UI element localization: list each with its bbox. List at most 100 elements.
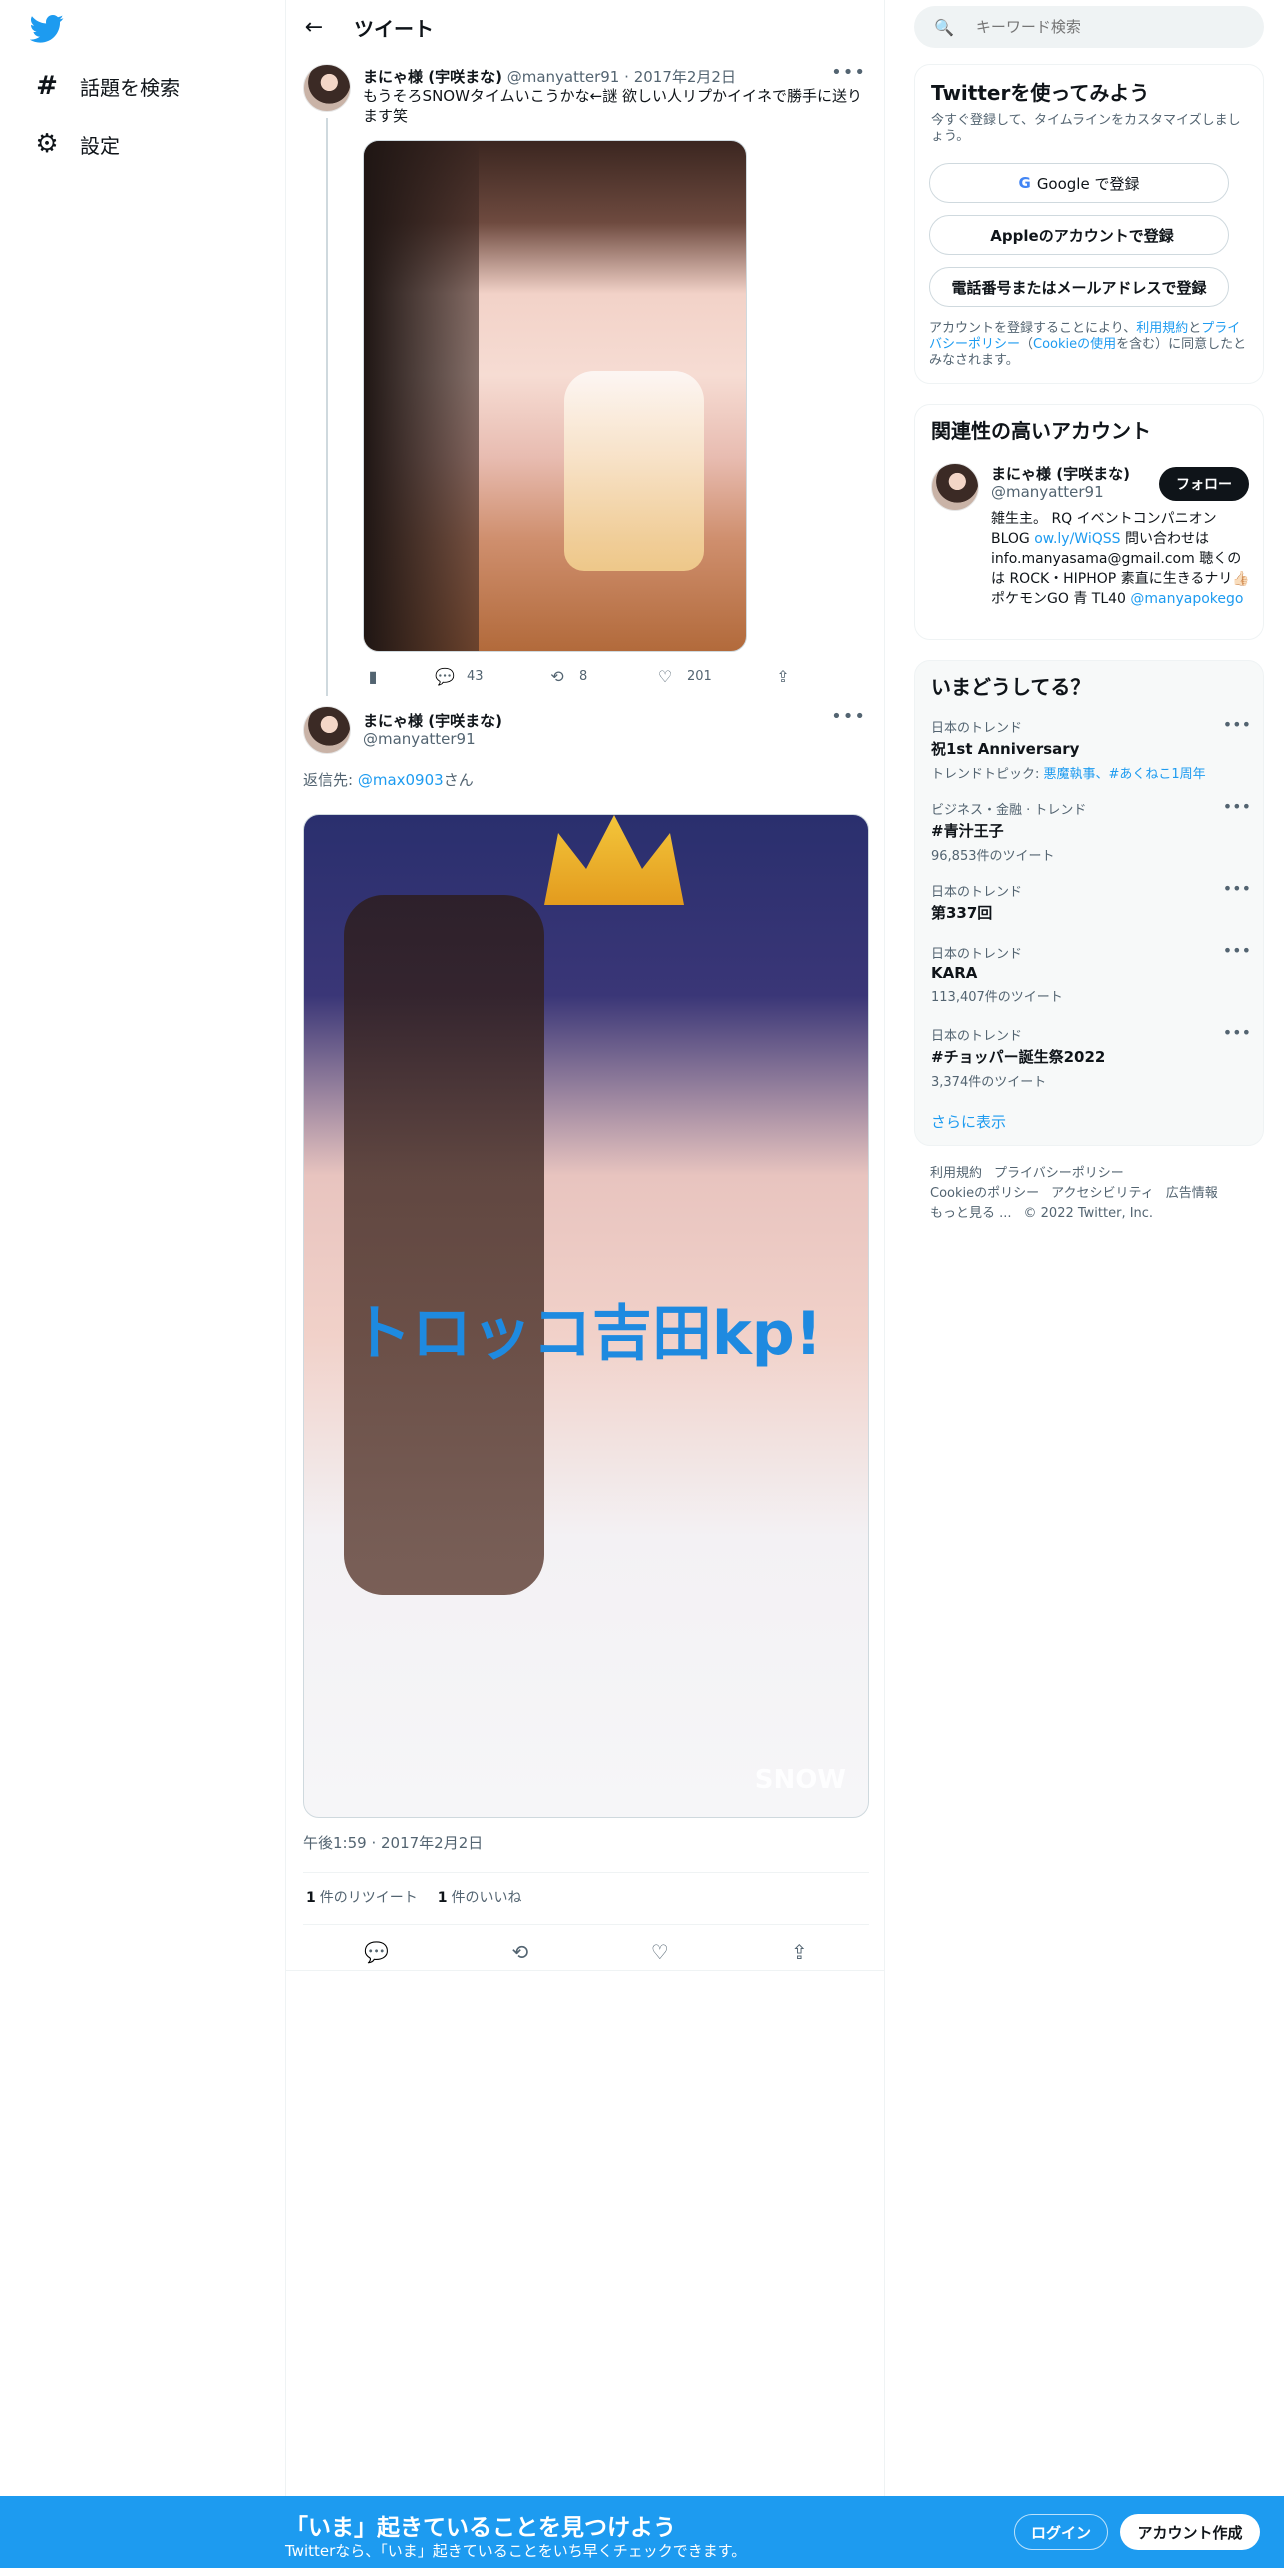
like-stat[interactable]: 1 件のいいね [438, 1887, 522, 1907]
footer-more-link[interactable]: もっと見る ... [930, 1206, 1012, 1221]
share-icon: ⇪ [776, 666, 790, 686]
heart-icon[interactable]: ♡ [651, 1940, 669, 1964]
reply-prefix: 返信先: [303, 771, 358, 789]
follow-button[interactable]: フォロー [1159, 467, 1249, 501]
tweet-actions: ▮ 💬 43 ⟲ 8 ♡ 201 ⇪ [363, 660, 803, 692]
related-handle[interactable]: @manyatter91 [991, 483, 1104, 501]
bio-link[interactable]: ow.ly/WiQSS [1034, 531, 1120, 547]
legal-text: アカウントを登録することにより、 [929, 321, 1137, 336]
trend-sub-prefix: トレンドトピック: [931, 767, 1044, 782]
footer-copyright: © 2022 Twitter, Inc. [1023, 1206, 1154, 1221]
trend-item[interactable]: 日本のトレンド KARA 113,407件のツイート ••• [931, 941, 1251, 1005]
author-handle[interactable]: @manyatter91 [363, 730, 476, 748]
like-count: 201 [687, 668, 712, 684]
more-options-icon[interactable]: ••• [1223, 715, 1251, 734]
more-options-icon[interactable]: ••• [831, 706, 866, 727]
reply-mention[interactable]: @max0903 [358, 771, 444, 789]
more-options-icon[interactable]: ••• [831, 62, 866, 83]
trend-sub-links[interactable]: 悪魔執事、#あくねこ1周年 [1044, 767, 1206, 782]
separator-dot: · [624, 68, 629, 86]
trend-item[interactable]: ビジネス・金融 · トレンド #青汁王子 96,853件のツイート ••• [931, 797, 1251, 864]
share-button[interactable]: ⇪ [773, 667, 793, 686]
trend-name: 祝1st Anniversary [931, 740, 1080, 758]
tweet-timestamp[interactable]: 午後1:59 · 2017年2月2日 [303, 1832, 483, 1853]
retweet-icon[interactable]: ⟲ [512, 1940, 529, 1964]
related-name[interactable]: まにゃ様 (宇咲まな) [991, 463, 1130, 484]
trend-sub: 113,407件のツイート [931, 990, 1063, 1005]
signup-subtitle: 今すぐ登録して、タイムラインをカスタマイズしましょう。 [931, 113, 1241, 144]
trend-name: 第337回 [931, 904, 993, 922]
nav-settings[interactable]: ⚙ 設定 [32, 124, 120, 164]
create-account-button[interactable]: アカウント作成 [1120, 2514, 1260, 2550]
left-nav: # 話題を検索 ⚙ 設定 [0, 0, 285, 2496]
author-name[interactable]: まにゃ様 (宇咲まな) [363, 710, 502, 731]
avatar[interactable] [303, 706, 351, 754]
back-arrow-icon[interactable]: ← [296, 9, 332, 45]
nav-settings-label: 設定 [80, 133, 120, 158]
more-options-icon[interactable]: ••• [1223, 1023, 1251, 1042]
footer-accessibility-link[interactable]: アクセシビリティ [1051, 1186, 1154, 1201]
more-options-icon[interactable]: ••• [1223, 879, 1251, 898]
reply-icon: 💬 [435, 666, 455, 686]
reply-context: 返信先: @max0903さん [303, 769, 474, 790]
footer-cookie-link[interactable]: Cookieのポリシー [930, 1186, 1039, 1201]
show-more-link[interactable]: さらに表示 [931, 1111, 1006, 1132]
analytics-icon: ▮ [368, 666, 378, 686]
tweet-photo[interactable]: トロッコ吉田kp! SNOW [303, 814, 869, 1818]
trend-sub: 96,853件のツイート [931, 849, 1055, 864]
photo-detail [344, 895, 544, 1595]
retweet-button[interactable]: ⟲ 8 [547, 667, 655, 686]
tweet-text: もうそろSNOWタイムいこうかな←謎 欲しい人リプかイイネで勝手に送ります笑 [363, 87, 862, 125]
tweet-date[interactable]: 2017年2月2日 [634, 68, 736, 86]
google-signup-button[interactable]: G Google で登録 [929, 163, 1229, 203]
share-icon[interactable]: ⇪ [791, 1940, 808, 1964]
bottom-bar-title: 「いま」起きていることを見つけよう [285, 2515, 676, 2541]
terms-link[interactable]: 利用規約 [1136, 321, 1188, 336]
email-signup-button[interactable]: 電話番号またはメールアドレスで登録 [929, 267, 1229, 307]
avatar[interactable] [931, 463, 979, 511]
login-button[interactable]: ログイン [1014, 2514, 1108, 2550]
reply-suffix: さん [443, 771, 474, 789]
like-stat-count: 1 [437, 1890, 448, 1906]
google-icon: G [1018, 174, 1031, 192]
google-signup-label: Google で登録 [1036, 174, 1140, 193]
photo-detail [564, 371, 704, 571]
tweet-photo[interactable] [363, 140, 747, 652]
trends-title: いまどうしてる？ [931, 675, 1091, 699]
photo-overlay-text: トロッコ吉田kp! [351, 1299, 823, 1369]
divider [303, 1924, 869, 1925]
like-button[interactable]: ♡ 201 [655, 667, 773, 686]
legal-text: と [1188, 321, 1202, 336]
search-input[interactable] [975, 18, 1236, 36]
related-accounts-card: 関連性の高いアカウント まにゃ様 (宇咲まな) @manyatter91 フォロ… [914, 404, 1264, 640]
retweet-stat[interactable]: 1 件のリツイート [306, 1887, 418, 1907]
analytics-button[interactable]: ▮ [363, 667, 435, 686]
twitter-logo-icon[interactable] [30, 14, 64, 44]
main-column: ← ツイート まにゃ様 (宇咲まな) @manyatter91 · 2017年2… [285, 0, 885, 2496]
bio-mention[interactable]: @manyapokego [1130, 591, 1243, 607]
search-box[interactable]: 🔍 [914, 6, 1264, 48]
footer-terms-link[interactable]: 利用規約 [930, 1166, 982, 1181]
related-title: 関連性の高いアカウント [931, 419, 1151, 443]
footer-ads-link[interactable]: 広告情報 [1166, 1186, 1218, 1201]
nav-explore[interactable]: # 話題を検索 [32, 66, 180, 106]
footer-privacy-link[interactable]: プライバシーポリシー [994, 1166, 1124, 1181]
trends-card: いまどうしてる？ 日本のトレンド 祝1st Anniversary トレンドトピ… [914, 660, 1264, 1146]
snow-watermark: SNOW [754, 1765, 846, 1795]
author-handle[interactable]: @manyatter91 [507, 68, 620, 86]
reply-icon[interactable]: 💬 [364, 1940, 389, 1964]
trend-item[interactable]: 日本のトレンド 第337回 ••• [931, 879, 1251, 923]
cookie-link[interactable]: Cookieの使用 [1033, 337, 1116, 352]
author-name[interactable]: まにゃ様 (宇咲まな) [363, 68, 502, 86]
trend-item[interactable]: 日本のトレンド 祝1st Anniversary トレンドトピック: 悪魔執事、… [931, 715, 1251, 782]
reply-button[interactable]: 💬 43 [435, 667, 547, 686]
trend-meta: ビジネス・金融 · トレンド [931, 803, 1087, 818]
trend-item[interactable]: 日本のトレンド #チョッパー誕生祭2022 3,374件のツイート ••• [931, 1023, 1251, 1090]
signup-card: Twitterを使ってみよう 今すぐ登録して、タイムラインをカスタマイズしましょ… [914, 64, 1264, 384]
trend-meta: 日本のトレンド [931, 947, 1023, 962]
trend-sub: トレンドトピック: 悪魔執事、#あくねこ1周年 [931, 763, 1251, 782]
more-options-icon[interactable]: ••• [1223, 797, 1251, 816]
apple-signup-button[interactable]: Appleのアカウントで登録 [929, 215, 1229, 255]
more-options-icon[interactable]: ••• [1223, 941, 1251, 960]
avatar[interactable] [303, 64, 351, 112]
